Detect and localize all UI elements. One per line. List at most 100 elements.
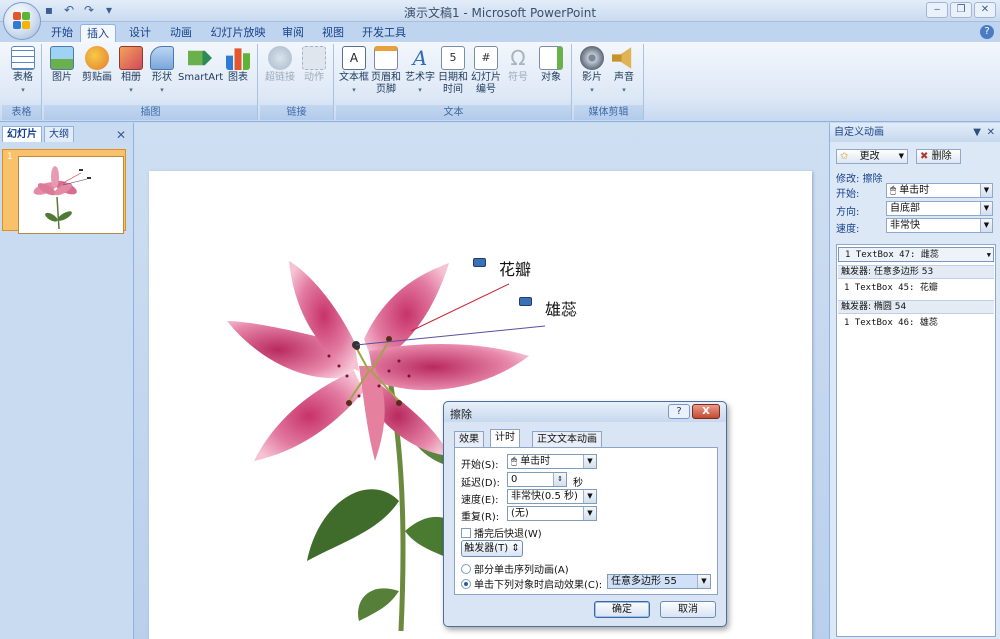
smartart-icon [188,50,212,66]
close-icon[interactable]: ✕ [987,123,995,142]
slide-thumbnail-selected[interactable]: 1 [2,149,126,234]
mouse-icon: 🖱 [511,456,517,467]
delay-spinner[interactable]: 0 ⇕ [507,472,567,487]
tab-slides[interactable]: 幻灯片 [2,126,42,142]
chart-button[interactable]: 图表 [224,46,252,84]
restore-icon[interactable]: ❐ [950,2,972,18]
close-icon[interactable]: ✕ [116,128,126,142]
tab-text-animation[interactable]: 正文文本动画 [532,431,602,447]
table-button[interactable]: 表格 ▾ [8,46,38,96]
datetime-button[interactable]: 5 日期和 时间 [438,46,468,96]
tab-animations[interactable]: 动画 [164,24,198,42]
hyperlink-button[interactable]: 超链接 [264,46,296,84]
tab-outline[interactable]: 大纲 [44,126,74,142]
tab-timing[interactable]: 计时 [490,429,520,447]
smartart-button[interactable]: SmartArt [178,46,223,84]
slide-number-button[interactable]: # 幻灯片 编号 [470,46,502,96]
minimize-icon[interactable]: ‒ [926,2,948,18]
tab-insert[interactable]: 插入 [80,24,116,42]
collapse-icon: ⇕ [511,543,520,554]
close-icon[interactable]: ✕ [974,2,996,18]
wordart-button[interactable]: A 艺术字 ▾ [404,46,436,96]
tab-developer[interactable]: 开发工具 [358,24,410,42]
triggers-button[interactable]: 触发器(T) ⇕ [461,540,523,557]
tab-design[interactable]: 设计 [123,24,157,42]
repeat-select[interactable]: (无) ▼ [507,506,597,521]
pane-menu-icon[interactable]: ▼ [973,123,981,142]
list-item[interactable]: 1 TextBox 46: 雄蕊 [838,316,994,331]
chevron-down-icon: ▾ [418,86,422,94]
group-label-media: 媒体剪辑 [574,105,643,120]
label-petal[interactable]: 花瓣 [499,256,531,280]
mouse-icon: 🖱 [890,185,896,196]
dialog-title-bar[interactable]: 擦除 ? X [444,402,726,422]
cancel-button[interactable]: 取消 [660,601,716,618]
office-button[interactable] [3,2,41,40]
repeat-label: 重复(R): [461,512,500,523]
chevron-down-icon: ▾ [352,86,356,94]
album-button[interactable]: 相册 ▾ [118,46,144,96]
label-stamen[interactable]: 雄蕊 [545,296,577,320]
ok-button[interactable]: 确定 [594,601,650,618]
group-illustrations: 图片 剪贴画 相册 ▾ 形状 ▾ SmartArt 图表 插图 [44,44,258,120]
help-icon[interactable]: ? [980,25,994,39]
clipart-button[interactable]: 剪贴画 [80,46,114,84]
omega-icon: Ω [510,46,526,70]
trigger-header[interactable]: 触发器: 椭圆 54 [838,300,994,314]
chevron-down-icon: ▼ [980,219,992,232]
chevron-down-icon: ▾ [21,86,25,94]
option-sequence-row[interactable]: 部分单击序列动画(A) [461,561,569,576]
trigger-object-select[interactable]: 任意多边形 55 ▼ [607,574,711,589]
star-icon: ✩ [840,151,849,162]
object-button[interactable]: 对象 [536,46,566,84]
picture-button[interactable]: 图片 [48,46,76,84]
list-item[interactable]: 1 TextBox 45: 花瓣 [838,281,994,296]
header-footer-icon [374,46,398,70]
action-button[interactable]: 动作 [300,46,328,84]
trigger-header[interactable]: 触发器: 任意多边形 53 [838,265,994,279]
speed-select[interactable]: 非常快 ▼ [886,218,993,233]
sound-button[interactable]: 声音 ▾ [610,46,638,96]
shapes-button[interactable]: 形状 ▾ [148,46,176,96]
chevron-down-icon[interactable]: ▼ [987,248,991,262]
pane-title-bar: 自定义动画 ▼ ✕ [830,123,1000,142]
remove-effect-button[interactable]: ✖ 删除 [916,149,961,164]
chevron-down-icon: ▾ [590,86,594,94]
speed-label: 速度(E): [461,495,499,506]
header-footer-button[interactable]: 页眉和 页脚 [370,46,402,96]
start-select[interactable]: 🖱 单击时 ▼ [886,183,993,198]
symbol-button[interactable]: Ω 符号 [504,46,532,84]
direction-select[interactable]: 自底部 ▼ [886,201,993,216]
radio-trigger[interactable] [461,579,471,589]
option-trigger-row[interactable]: 单击下列对象时启动效果(C): [461,576,602,591]
movie-button[interactable]: 影片 ▾ [578,46,606,96]
tab-review[interactable]: 审阅 [276,24,310,42]
dialog-help-button[interactable]: ? [668,404,690,419]
dialog-close-button[interactable]: X [692,404,720,419]
group-label-links: 链接 [260,105,333,120]
modify-label: 修改: 擦除 [836,174,883,185]
spinner-arrows-icon[interactable]: ⇕ [553,473,566,486]
change-effect-button[interactable]: ✩ 更改 ▼ [836,149,908,164]
tab-effect[interactable]: 效果 [454,431,484,447]
office-logo-icon [13,12,31,30]
start-select[interactable]: 🖱 单击时 ▼ [507,454,597,469]
group-label-illustrations: 插图 [44,105,257,120]
tab-view[interactable]: 视图 [316,24,350,42]
tab-slideshow[interactable]: 幻灯片放映 [205,24,271,42]
rewind-checkbox-row[interactable]: 播完后快退(W) [461,525,542,540]
speed-select[interactable]: 非常快(0.5 秒) ▼ [507,489,597,504]
group-label-tables: 表格 [2,105,41,120]
speed-label: 速度: [836,224,860,235]
list-item[interactable]: 1 TextBox 47: 雌蕊 ▼ [838,247,994,262]
radio-sequence[interactable] [461,564,471,574]
chevron-down-icon: ▼ [898,152,904,160]
ribbon-tab-row: 开始 插入 设计 动画 幻灯片放映 审阅 视图 开发工具 ? [0,22,1000,42]
chevron-down-icon: ▾ [160,86,164,94]
rewind-checkbox[interactable] [461,528,471,538]
slides-panel-tabs: 幻灯片 大纲 ✕ [0,126,134,144]
textbox-button[interactable]: A 文本框 ▾ [338,46,370,96]
group-label-text: 文本 [336,105,571,120]
tab-home[interactable]: 开始 [44,24,80,42]
chevron-down-icon: ▼ [583,455,596,468]
